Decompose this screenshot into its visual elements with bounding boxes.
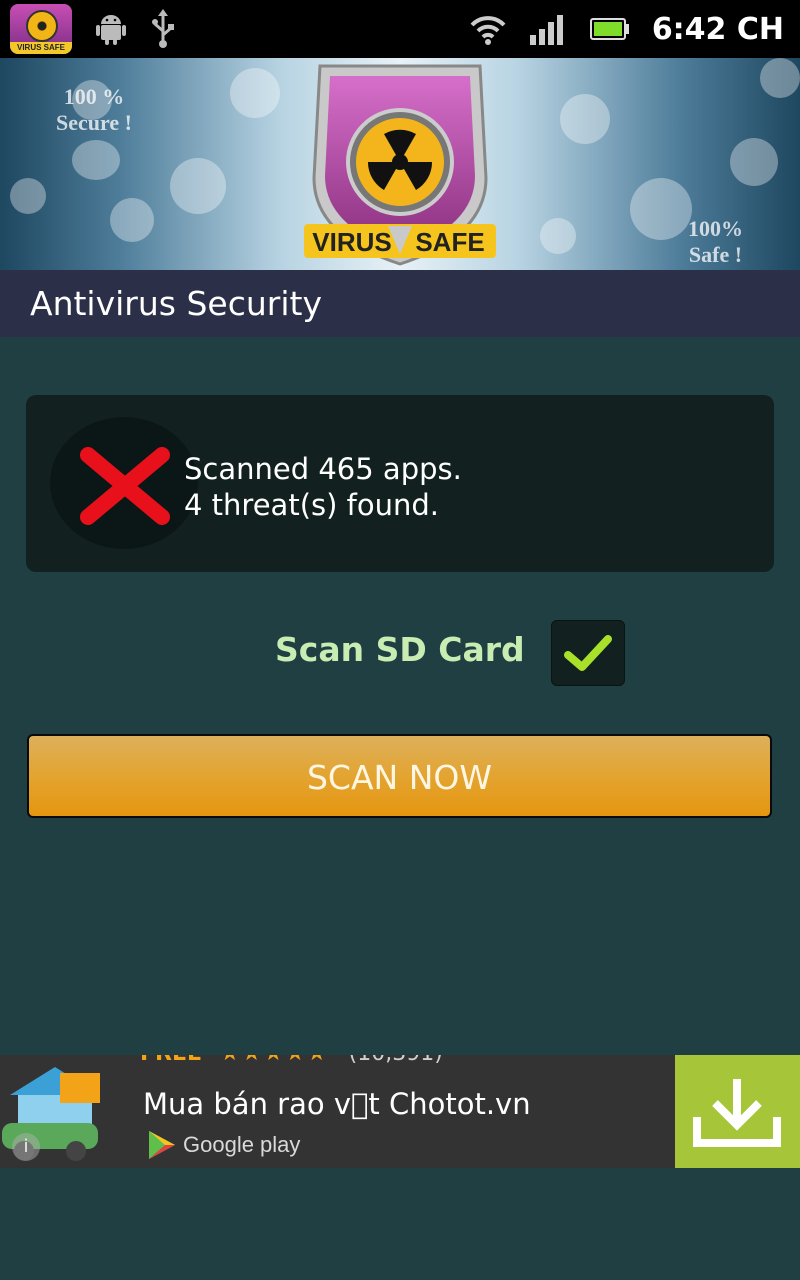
- title-bar: Antivirus Security: [0, 270, 800, 337]
- banner-secure-text: 100 % Secure !: [56, 84, 132, 135]
- download-icon: [693, 1079, 781, 1147]
- ad-rating-stars: ★★★★★: [220, 1055, 329, 1066]
- ad-download-button[interactable]: [675, 1055, 800, 1168]
- google-play-badge: Google play: [147, 1129, 300, 1161]
- scan-sd-label: Scan SD Card: [275, 630, 525, 669]
- logo-word-virus: VIRUS: [312, 227, 391, 257]
- app-notification-icon: VIRUS SAFE: [10, 4, 72, 54]
- ad-review-count: (10,391): [349, 1055, 443, 1066]
- x-mark-icon: [80, 447, 170, 525]
- scan-result-line2: 4 threat(s) found.: [184, 488, 439, 522]
- ad-peek-row: FREE ★★★★★ (10,391): [140, 1055, 443, 1066]
- wifi-icon: [470, 16, 506, 45]
- app-mini-label: VIRUS SAFE: [10, 42, 72, 54]
- play-store-icon: [149, 1131, 175, 1159]
- page-title: Antivirus Security: [30, 284, 322, 323]
- signal-icon: [529, 15, 563, 45]
- checkmark-icon: [564, 635, 612, 671]
- app-banner: 100 % Secure ! 100% Safe ! VIRUS SAFE: [0, 58, 800, 270]
- status-bar-right: 6:42 CH: [470, 0, 784, 58]
- scan-result-line1: Scanned 465 apps.: [184, 452, 462, 486]
- usb-icon: [152, 9, 174, 48]
- scan-result-card: Scanned 465 apps. 4 threat(s) found.: [26, 395, 774, 572]
- status-bar: VIRUS SAFE 6:42 CH: [0, 0, 800, 58]
- ad-free-label: FREE: [140, 1055, 202, 1066]
- clock: 6:42 CH: [651, 11, 784, 47]
- scan-result-text: Scanned 465 apps. 4 threat(s) found.: [184, 451, 462, 523]
- status-bar-left: VIRUS SAFE: [10, 4, 176, 54]
- scan-sd-checkbox[interactable]: [551, 620, 625, 686]
- logo-word-safe: SAFE: [415, 227, 484, 257]
- ad-banner[interactable]: i FREE ★★★★★ (10,391) Mua bán rao v t Chot…: [0, 1055, 800, 1168]
- banner-safe-text: 100% Safe !: [688, 216, 743, 267]
- ad-info-icon[interactable]: i: [12, 1133, 40, 1161]
- google-play-label: Google play: [183, 1132, 301, 1157]
- ad-title: Mua bán rao v t Chotot.vn: [143, 1087, 531, 1121]
- bottom-area: [0, 1168, 800, 1280]
- battery-icon: [589, 18, 629, 40]
- virus-safe-logo: VIRUS SAFE: [304, 64, 496, 266]
- scan-now-button[interactable]: SCAN NOW: [27, 734, 772, 818]
- android-icon: [96, 15, 126, 45]
